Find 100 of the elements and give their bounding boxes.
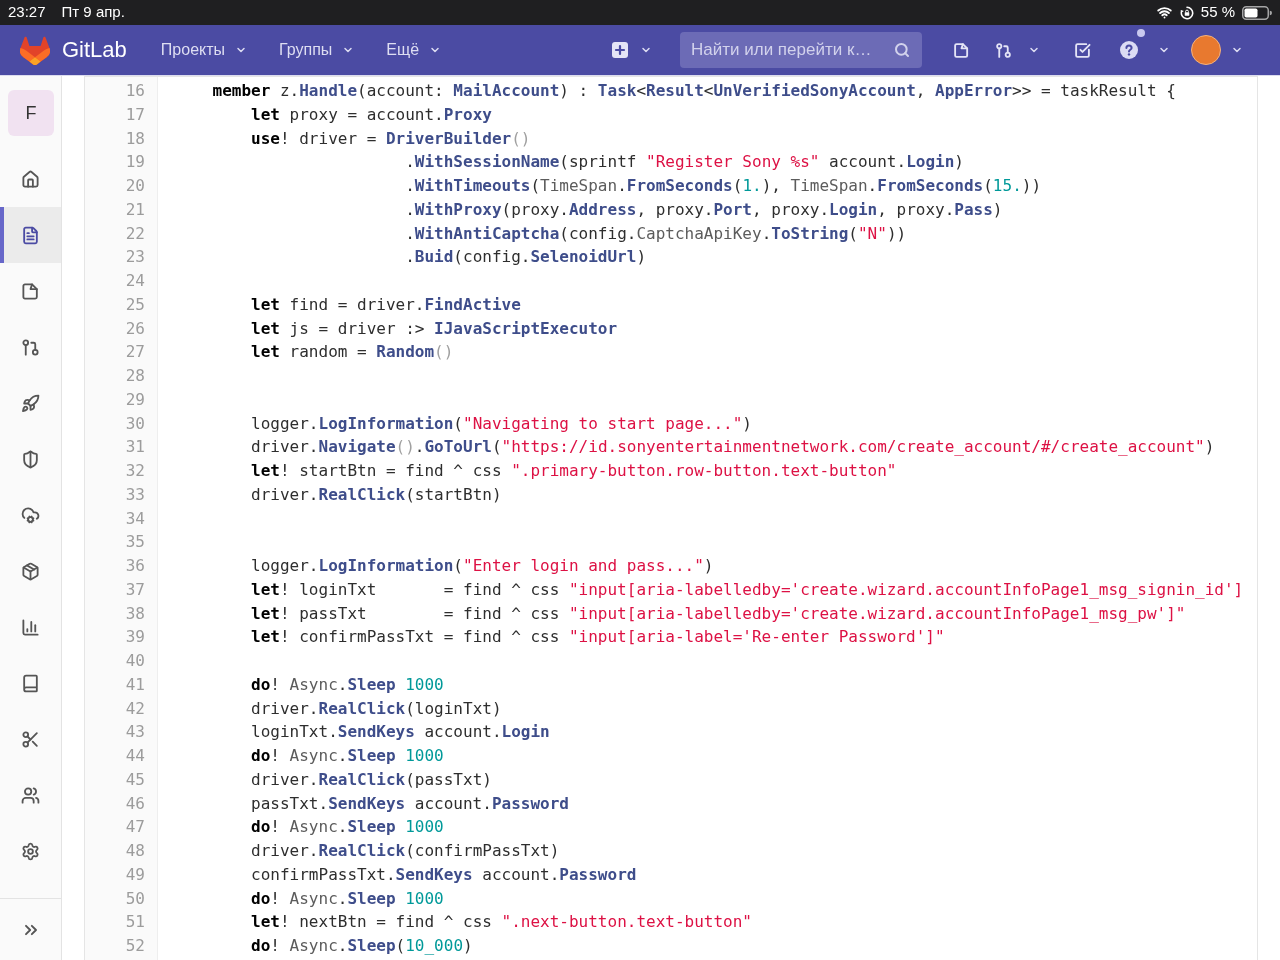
battery-percent: 55 % (1200, 2, 1235, 23)
code-line: logger.LogInformation("Enter login and pass...") (251, 556, 714, 575)
code-line: driver.RealClick(passTxt) (251, 769, 492, 789)
line-number: 40 (125, 651, 145, 670)
search-icon (894, 42, 910, 58)
user-menu-button[interactable] (1191, 35, 1243, 65)
todos-button[interactable] (1074, 41, 1091, 59)
code-line: .WithTimeouts(TimeSpan.FromSeconds(1.), TimeSpan.FromSeconds(15.)) (405, 176, 1042, 195)
code-line: driver.RealClick(confirmPassTxt) (251, 841, 560, 860)
new-item-menu-button[interactable] (612, 42, 652, 58)
line-number: 32 (125, 461, 145, 480)
line-number: 26 (125, 318, 145, 338)
code-line: driver.Navigate().GoToUrl("https://id.sonyentertainmentnetwork.com/create_account/#/create_account") (251, 437, 1215, 457)
notification-dot-icon (1137, 29, 1145, 37)
code-line: do! Async.Sleep 1000 (251, 888, 444, 908)
code-line: do! Async.Sleep(10_000) (251, 936, 473, 955)
rotation-lock-icon (1179, 5, 1194, 20)
code-line: member z.Handle(account: MailAccount) : Task<Result<UnVerifiedSonyAccount, AppError>> = taskResult { (212, 81, 1176, 100)
line-number: 35 (125, 532, 145, 552)
wifi-icon (1155, 5, 1173, 20)
code-line: loginTxt.SendKeys account.Login (251, 722, 550, 742)
line-number: 33 (125, 484, 145, 504)
line-number: 21 (125, 199, 145, 219)
todo-checkbox-icon (1074, 41, 1091, 59)
line-number: 45 (125, 769, 145, 789)
line-number: 48 (125, 841, 145, 860)
line-number: 49 (125, 864, 145, 884)
line-number: 36 (125, 556, 145, 575)
code-line: use! driver = DriverBuilder() (251, 128, 531, 148)
line-number: 42 (125, 698, 145, 718)
merge-request-icon (995, 41, 1012, 59)
bar-chart-icon (21, 617, 40, 637)
code-line: driver.RealClick(loginTxt) (251, 698, 502, 718)
code-line: do! Async.Sleep 1000 (251, 674, 444, 694)
line-number: 43 (125, 722, 145, 742)
code-line: let! passTxt = find ^ css "input[aria-labelledby='create.wizard.accountInfoPage1_msg_pw']" (251, 603, 1186, 623)
cloud-gear-icon (21, 505, 40, 525)
search-field[interactable]: Найти или перейти к… (680, 32, 922, 68)
date-label: Пт 9 апр. (61, 2, 125, 23)
project-avatar[interactable]: F (8, 90, 54, 136)
code-line: do! Async.Sleep 1000 (251, 817, 444, 837)
book-icon (21, 673, 40, 693)
line-number: 29 (125, 389, 145, 409)
scissors-icon (21, 729, 40, 749)
line-number: 27 (125, 342, 145, 362)
code-line: do! Async.Sleep 1000 (251, 746, 444, 765)
line-number: 44 (125, 746, 145, 765)
nav-menu-button[interactable]: Группы (279, 38, 355, 62)
code-line: .WithProxy(proxy.Address, proxy.Port, proxy.Login, proxy.Pass) (405, 199, 1003, 219)
folded-page-icon (21, 281, 40, 301)
merge-request-icon (21, 337, 40, 357)
home-icon (21, 169, 40, 189)
issues-button[interactable] (953, 41, 970, 59)
line-number: 38 (125, 603, 145, 623)
line-number: 24 (125, 271, 145, 290)
line-number: 30 (125, 413, 145, 433)
code-line: confirmPassTxt.SendKeys account.Password (251, 864, 637, 884)
line-number: 41 (125, 674, 145, 694)
home-logo-link[interactable]: GitLab (20, 35, 127, 65)
user-avatar (1191, 35, 1221, 65)
line-number: 17 (125, 104, 145, 124)
code-line: let proxy = account.Proxy (251, 104, 492, 124)
rocket-icon (21, 393, 40, 413)
code-line: let random = Random() (251, 342, 454, 362)
line-number: 25 (125, 294, 145, 314)
line-number: 51 (125, 912, 145, 932)
brand-name: GitLab (62, 39, 127, 61)
code-line: logger.LogInformation("Navigating to start page...") (251, 413, 752, 433)
members-icon (21, 785, 40, 805)
fox-logo-icon (20, 35, 50, 65)
line-number: 23 (125, 247, 145, 267)
code-line: let! startBtn = find ^ css ".primary-button.row-button.text-button" (251, 461, 897, 480)
line-number: 16 (125, 81, 145, 100)
package-icon (21, 561, 40, 581)
line-number: 22 (125, 223, 145, 243)
line-number: 20 (125, 176, 145, 195)
line-number: 47 (125, 817, 145, 837)
sidebar-item[interactable] (0, 207, 61, 263)
code-line: .Buid(config.SelenoidUrl) (405, 247, 647, 267)
line-number: 37 (125, 579, 145, 599)
code-line: .WithSessionName(sprintf "Register Sony %s" account.Login) (405, 152, 964, 172)
clock-time: 23:27 (8, 2, 46, 23)
code-line: let find = driver.FindActive (251, 294, 521, 314)
line-number: 31 (125, 437, 145, 457)
code-line: let! confirmPassTxt = find ^ css "input[aria-label='Re-enter Password']" (251, 627, 945, 647)
code-line: let! loginTxt = find ^ css "input[aria-labelledby='create.wizard.accountInfoPage1_msg_signin_id'] (251, 579, 1244, 599)
code-line: .WithAntiCaptcha(config.CaptchaApiKey.ToString("N")) (405, 223, 907, 243)
battery-icon (1242, 5, 1272, 20)
line-number: 52 (125, 936, 145, 955)
line-number: 28 (125, 366, 145, 385)
code-line: let! nextBtn = find ^ css ".next-button.text-button" (251, 912, 752, 932)
line-number: 34 (125, 508, 145, 528)
help-icon (1120, 41, 1138, 59)
nav-menu-button[interactable]: Проекты (160, 38, 248, 62)
file-icon (21, 225, 40, 245)
line-number: 50 (125, 888, 145, 908)
code-line: let js = driver :> IJavaScriptExecutor (251, 318, 618, 338)
nav-menu-button[interactable]: Ещё (386, 38, 442, 62)
plus-square-icon (612, 42, 628, 58)
merge-requests-button[interactable] (995, 41, 1040, 59)
